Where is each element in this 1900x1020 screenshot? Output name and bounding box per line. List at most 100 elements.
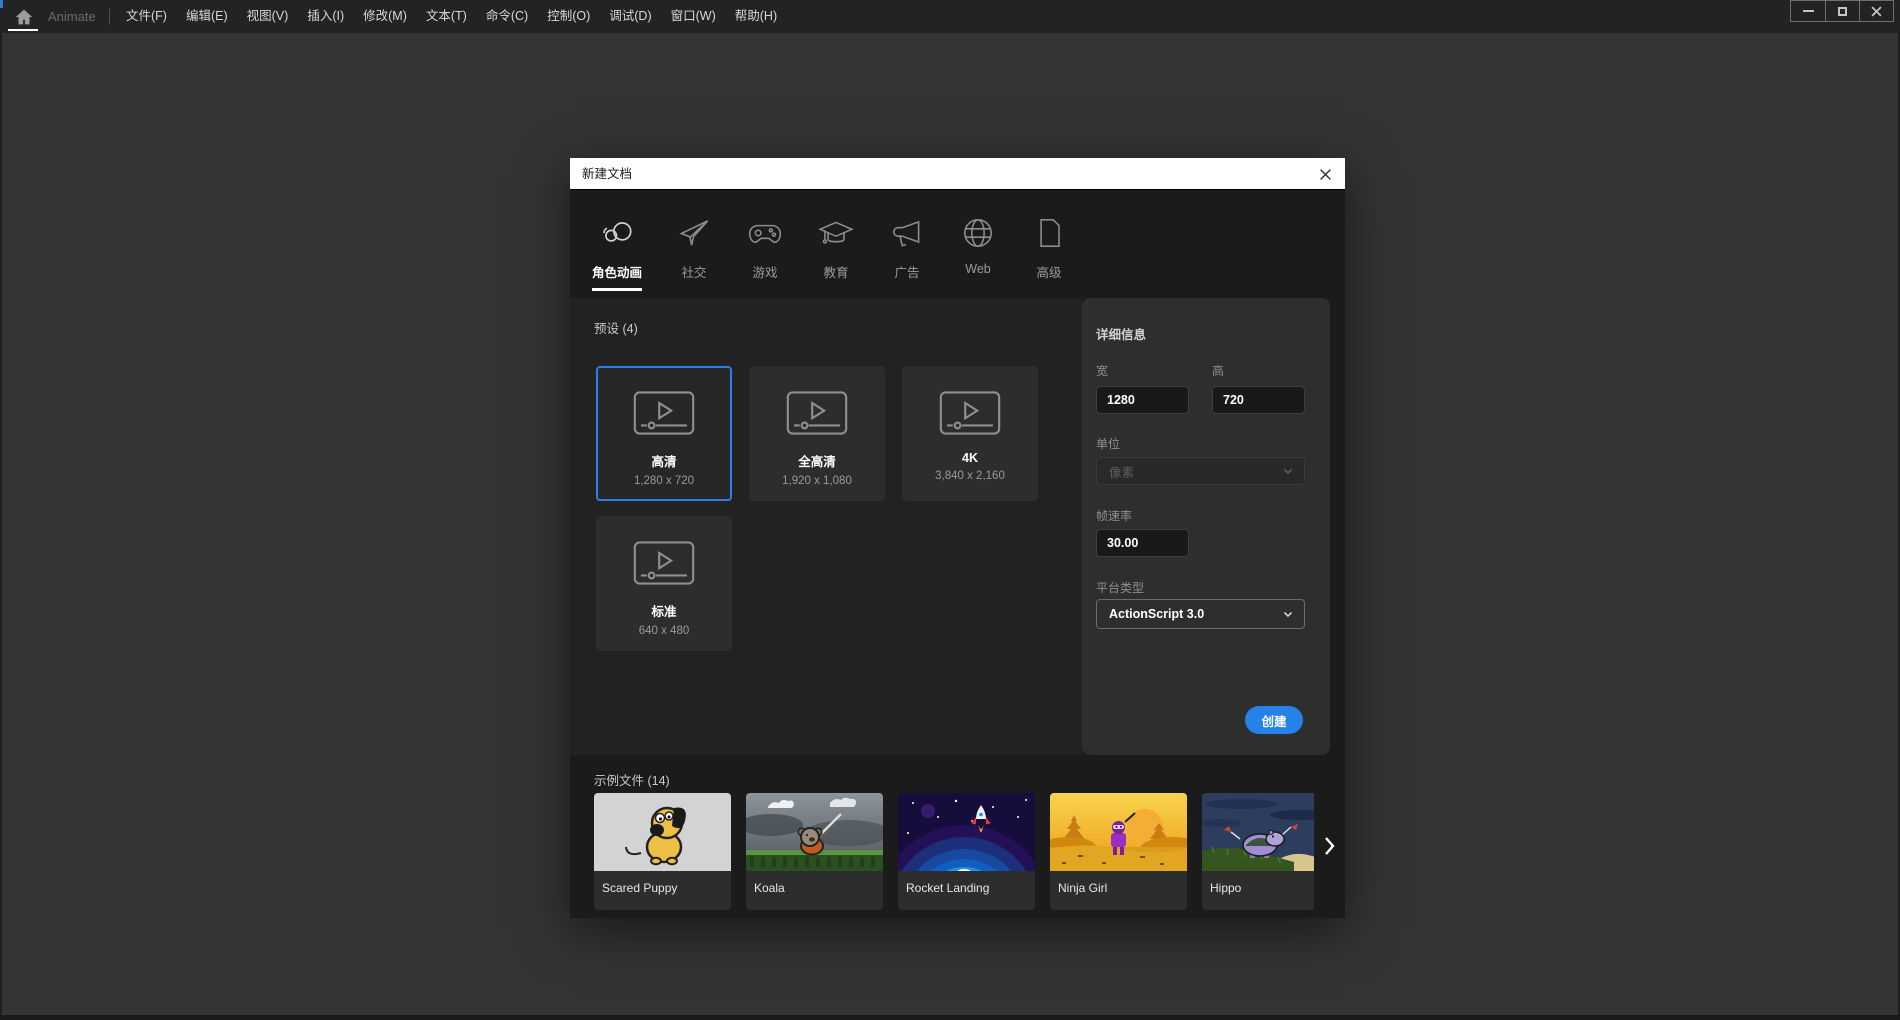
menu-item-modify[interactable]: 修改(M) xyxy=(361,0,409,33)
height-input[interactable] xyxy=(1212,386,1305,414)
character-animation-icon xyxy=(598,214,636,252)
main-menu: 文件(F) 编辑(E) 视图(V) 插入(I) 修改(M) 文本(T) 命令(C… xyxy=(124,0,779,33)
samples-rail: Scared Puppy xyxy=(594,793,1314,910)
close-icon xyxy=(1319,168,1332,181)
home-icon xyxy=(13,6,35,28)
menu-item-edit[interactable]: 编辑(E) xyxy=(184,0,230,33)
preset-dimensions: 1,280 x 720 xyxy=(634,475,694,487)
width-label: 宽 xyxy=(1096,362,1108,379)
sample-koala[interactable]: Koala xyxy=(746,793,883,910)
video-preset-icon xyxy=(633,391,695,435)
menu-item-insert[interactable]: 插入(I) xyxy=(305,0,346,33)
tab-education[interactable]: 教育 xyxy=(817,214,855,298)
ninja-girl-thumbnail xyxy=(1050,793,1187,871)
samples-viewport: Scared Puppy xyxy=(594,793,1314,913)
window-edge xyxy=(0,1015,1900,1020)
globe-icon xyxy=(959,214,997,252)
samples-next-button[interactable] xyxy=(1318,833,1340,859)
home-button[interactable] xyxy=(8,0,40,33)
menu-item-command[interactable]: 命令(C) xyxy=(484,0,530,33)
menu-item-window[interactable]: 窗口(W) xyxy=(669,0,718,33)
tab-label: 角色动画 xyxy=(592,262,642,281)
menu-item-debug[interactable]: 调试(D) xyxy=(607,0,653,33)
tab-label: 高级 xyxy=(1037,262,1062,281)
dialog-content: 预设 (4) 高清 1,280 x 720 xyxy=(570,298,1345,755)
app-title: Animate xyxy=(48,0,96,33)
tab-label: 教育 xyxy=(824,262,849,281)
tab-social[interactable]: 社交 xyxy=(675,214,713,298)
video-preset-icon xyxy=(633,541,695,585)
window-corner-accent xyxy=(0,0,3,8)
platform-dropdown[interactable]: ActionScript 3.0 xyxy=(1096,599,1305,629)
chevron-down-icon xyxy=(1282,465,1294,477)
unit-label: 单位 xyxy=(1096,435,1120,452)
koala-thumbnail xyxy=(746,793,883,871)
sample-name: Ninja Girl xyxy=(1058,881,1187,895)
preset-hd[interactable]: 高清 1,280 x 720 xyxy=(596,366,732,501)
tab-web[interactable]: Web xyxy=(959,214,997,298)
presets-heading: 预设 (4) xyxy=(594,318,638,337)
menu-item-view[interactable]: 视图(V) xyxy=(245,0,291,33)
preset-name: 全高清 xyxy=(798,451,836,470)
sample-name: Scared Puppy xyxy=(602,881,731,895)
animate-app-window: Animate 文件(F) 编辑(E) 视图(V) 插入(I) 修改(M) 文本… xyxy=(0,0,1900,1020)
tab-character-animation[interactable]: 角色动画 xyxy=(592,214,642,298)
tab-label: 社交 xyxy=(682,262,707,281)
graduation-cap-icon xyxy=(817,214,855,252)
tab-ads[interactable]: 广告 xyxy=(888,214,926,298)
hippo-thumbnail xyxy=(1202,793,1314,871)
presets-area: 预设 (4) 高清 1,280 x 720 xyxy=(570,298,1082,755)
tab-active-underline xyxy=(592,288,642,291)
preset-name: 标准 xyxy=(651,601,676,620)
preset-4k[interactable]: 4K 3,840 x 2,160 xyxy=(902,366,1038,501)
preset-dimensions: 3,840 x 2,160 xyxy=(935,470,1005,482)
preset-name: 高清 xyxy=(651,451,676,470)
sample-scared-puppy[interactable]: Scared Puppy xyxy=(594,793,731,910)
document-icon xyxy=(1030,214,1068,252)
video-preset-icon xyxy=(939,391,1001,435)
preset-dimensions: 1,920 x 1,080 xyxy=(782,475,852,487)
scared-puppy-thumbnail xyxy=(594,793,731,871)
framerate-label: 帧速率 xyxy=(1096,507,1132,524)
chevron-right-icon xyxy=(1324,836,1335,856)
maximize-button[interactable] xyxy=(1825,1,1859,21)
sample-rocket-landing[interactable]: Rocket Landing xyxy=(898,793,1035,910)
tab-label: Web xyxy=(965,262,990,276)
tab-advanced[interactable]: 高级 xyxy=(1030,214,1068,298)
menu-item-file[interactable]: 文件(F) xyxy=(124,0,169,33)
sample-hippo[interactable]: Hippo xyxy=(1202,793,1314,910)
megaphone-icon xyxy=(888,214,926,252)
maximize-icon xyxy=(1838,7,1847,16)
sample-name: Koala xyxy=(754,881,883,895)
menu-item-help[interactable]: 帮助(H) xyxy=(733,0,779,33)
details-panel: 详细信息 宽 高 单位 像素 帧速率 平台类型 ActionScript 3.0 xyxy=(1082,298,1330,755)
paper-plane-icon xyxy=(675,214,713,252)
sample-ninja-girl[interactable]: Ninja Girl xyxy=(1050,793,1187,910)
home-active-underline xyxy=(8,29,38,31)
preset-standard[interactable]: 标准 640 x 480 xyxy=(596,516,732,651)
new-document-dialog: 新建文档 角色动画 社交 xyxy=(570,158,1345,918)
width-input[interactable] xyxy=(1096,386,1189,414)
menu-item-control[interactable]: 控制(O) xyxy=(545,0,592,33)
height-label: 高 xyxy=(1212,362,1224,379)
preset-dimensions: 640 x 480 xyxy=(639,625,690,637)
menu-item-text[interactable]: 文本(T) xyxy=(424,0,469,33)
minimize-button[interactable] xyxy=(1791,1,1825,21)
platform-value: ActionScript 3.0 xyxy=(1109,607,1204,621)
tab-label: 游戏 xyxy=(753,262,778,281)
dialog-close-button[interactable] xyxy=(1313,162,1337,186)
unit-dropdown[interactable]: 像素 xyxy=(1096,457,1305,485)
sample-name: Rocket Landing xyxy=(906,881,1035,895)
dialog-titlebar: 新建文档 xyxy=(570,158,1345,190)
create-button[interactable]: 创建 xyxy=(1245,706,1303,734)
window-controls xyxy=(1790,0,1894,22)
video-preset-icon xyxy=(786,391,848,435)
preset-full-hd[interactable]: 全高清 1,920 x 1,080 xyxy=(749,366,885,501)
tab-label: 广告 xyxy=(895,262,920,281)
preset-name: 4K xyxy=(962,451,978,465)
platform-label: 平台类型 xyxy=(1096,579,1144,596)
tab-games[interactable]: 游戏 xyxy=(746,214,784,298)
close-window-button[interactable] xyxy=(1859,1,1893,21)
framerate-input[interactable] xyxy=(1096,529,1189,557)
chevron-down-icon xyxy=(1282,608,1294,620)
